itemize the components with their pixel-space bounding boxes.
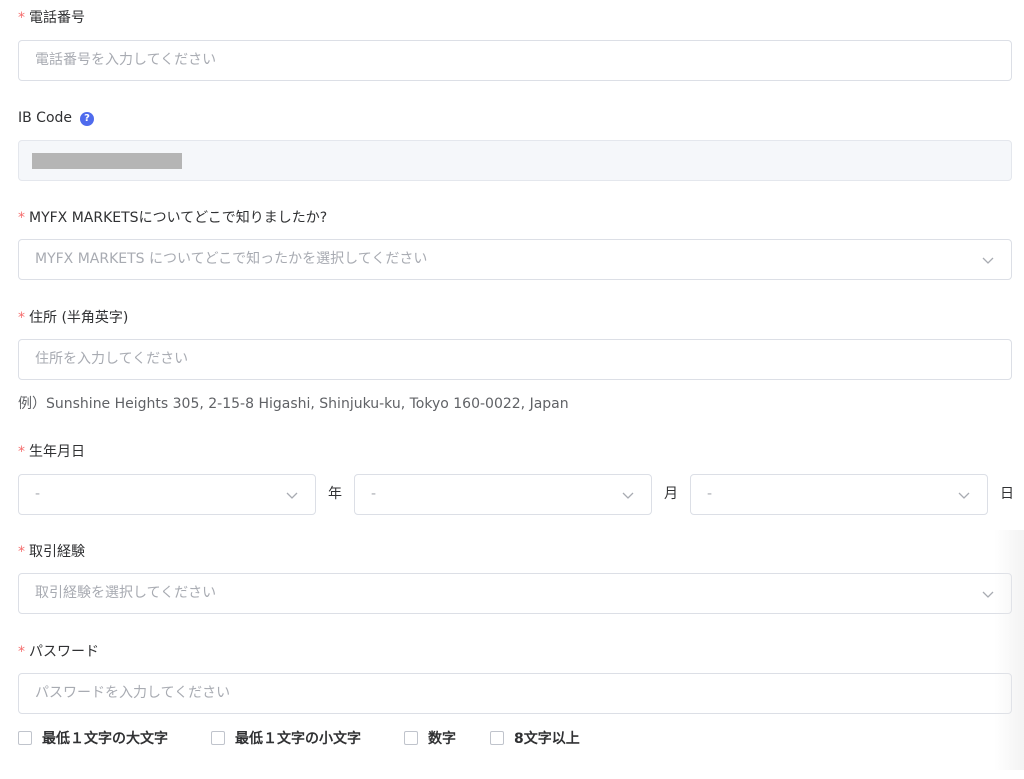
birthdate-label: * 生年月日 (18, 442, 85, 462)
rule-number-checkbox[interactable]: 数字 (404, 728, 456, 748)
chevron-down-icon (622, 492, 634, 499)
address-label-text: 住所 (半角英字) (29, 310, 129, 326)
required-mark: * (18, 10, 25, 26)
birth-year-value: - (35, 486, 41, 502)
required-mark: * (18, 310, 25, 326)
experience-label: * 取引経験 (18, 542, 85, 562)
password-label-text: パスワード (29, 644, 99, 660)
required-mark: * (18, 644, 25, 660)
masked-ib-code (32, 153, 182, 169)
chevron-down-icon (982, 591, 994, 598)
chevron-down-icon (958, 492, 970, 499)
birth-day-value: - (707, 486, 713, 502)
ib-code-label: IB Code? (18, 108, 95, 128)
rule-uppercase-label: 最低１文字の大文字 (42, 731, 168, 747)
password-placeholder: パスワードを入力してください (35, 685, 231, 701)
month-unit: 月 (664, 486, 678, 502)
experience-select[interactable]: 取引経験を選択してください (18, 573, 1012, 614)
rule-length-checkbox[interactable]: 8文字以上 (490, 728, 580, 748)
birth-month-value: - (371, 486, 377, 502)
birth-day-select[interactable]: - (690, 474, 988, 515)
chevron-down-icon (982, 257, 994, 264)
required-mark: * (18, 444, 25, 460)
chevron-down-icon (286, 492, 298, 499)
referral-label: * MYFX MARKETSについてどこで知りましたか? (18, 208, 327, 228)
year-unit: 年 (328, 486, 342, 502)
referral-placeholder: MYFX MARKETS についてどこで知ったかを選択してください (35, 251, 428, 267)
password-label: * パスワード (18, 642, 99, 662)
phone-label-text: 電話番号 (29, 10, 85, 26)
checkbox-box[interactable] (18, 731, 32, 745)
rule-length-label: 8文字以上 (514, 731, 580, 747)
rule-uppercase-checkbox[interactable]: 最低１文字の大文字 (18, 728, 168, 748)
experience-label-text: 取引経験 (29, 544, 85, 560)
rule-number-label: 数字 (428, 731, 456, 747)
required-mark: * (18, 544, 25, 560)
ib-code-input (18, 140, 1012, 181)
birth-month-select[interactable]: - (354, 474, 652, 515)
address-input[interactable]: 住所を入力してください (18, 339, 1012, 380)
rule-lowercase-checkbox[interactable]: 最低１文字の小文字 (211, 728, 361, 748)
phone-label: * 電話番号 (18, 8, 85, 28)
rule-lowercase-label: 最低１文字の小文字 (235, 731, 361, 747)
checkbox-box[interactable] (404, 731, 418, 745)
referral-label-text: MYFX MARKETSについてどこで知りましたか? (29, 210, 328, 226)
birth-year-select[interactable]: - (18, 474, 316, 515)
address-label: * 住所 (半角英字) (18, 308, 128, 328)
experience-placeholder: 取引経験を選択してください (35, 585, 217, 601)
address-placeholder: 住所を入力してください (35, 351, 189, 367)
registration-form: * 電話番号 電話番号を入力してください IB Code? * MYFX MARKE… (0, 0, 1024, 779)
address-hint: 例）Sunshine Heights 305, 2-15-8 Higashi, … (18, 396, 569, 412)
birthdate-label-text: 生年月日 (29, 444, 85, 460)
question-circle-icon[interactable]: ? (80, 112, 95, 126)
phone-placeholder: 電話番号を入力してください (35, 52, 217, 68)
password-input[interactable]: パスワードを入力してください (18, 673, 1012, 714)
day-unit: 日 (1000, 486, 1014, 502)
phone-input[interactable]: 電話番号を入力してください (18, 40, 1012, 81)
ib-code-label-text: IB Code (18, 110, 73, 126)
checkbox-box[interactable] (490, 731, 504, 745)
required-mark: * (18, 210, 25, 226)
edge-shadow (994, 530, 1024, 770)
checkbox-box[interactable] (211, 731, 225, 745)
referral-select[interactable]: MYFX MARKETS についてどこで知ったかを選択してください (18, 239, 1012, 280)
